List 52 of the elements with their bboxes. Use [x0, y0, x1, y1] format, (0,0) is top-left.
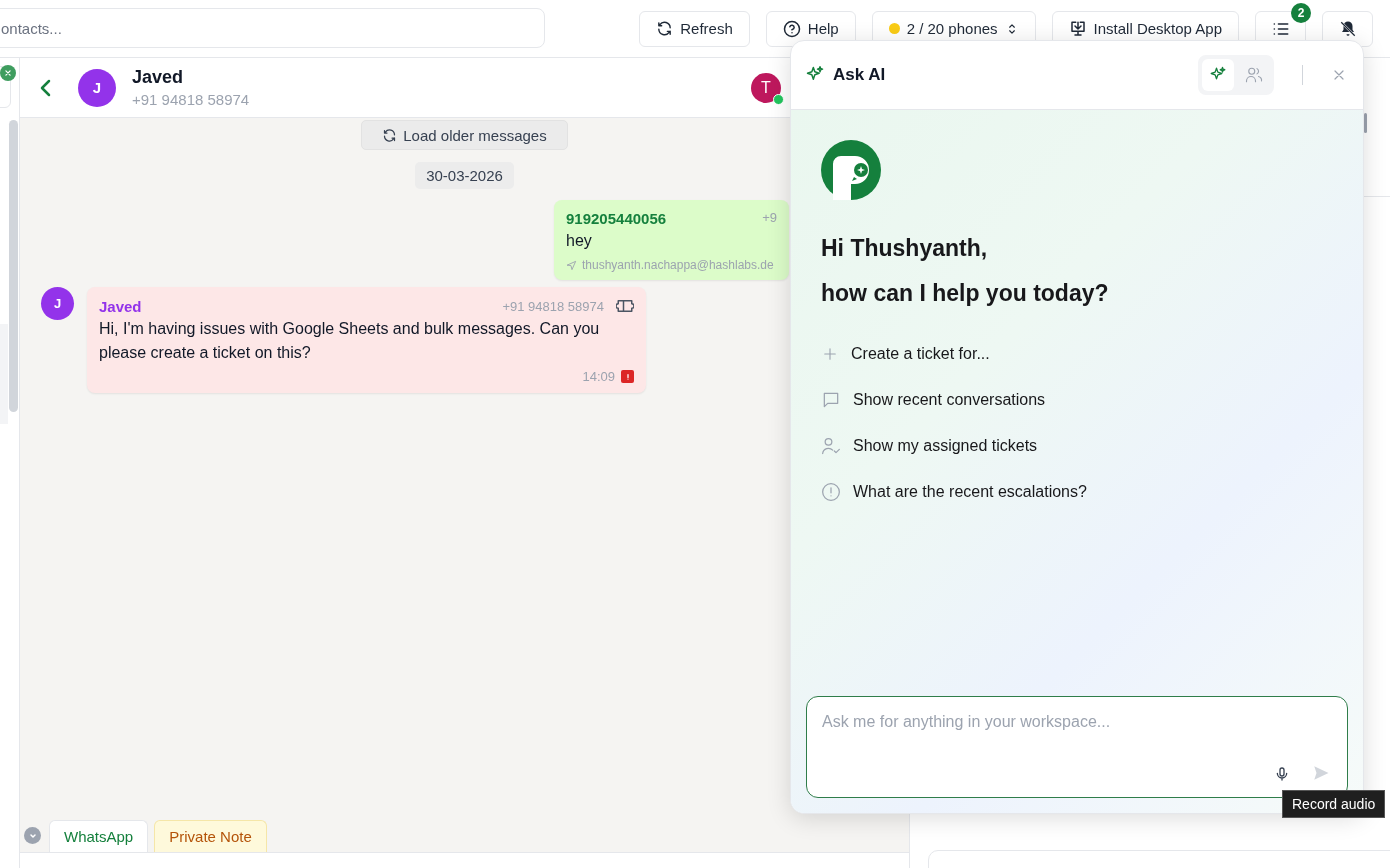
- suggestion-item[interactable]: What are the recent escalations?: [821, 478, 1087, 506]
- message-text: hey: [566, 232, 593, 250]
- agent-avatar[interactable]: T: [751, 72, 781, 103]
- bell-off-icon: [1338, 19, 1357, 38]
- toolbar-button[interactable]: Refresh: [639, 10, 750, 47]
- chat-bubble-icon: [821, 390, 841, 410]
- tooltip: Record audio: [1282, 790, 1386, 818]
- message-time: 14:09: [582, 369, 615, 384]
- status-dot: [888, 23, 900, 34]
- agent-email: thushyanth.nachappa@hashlabs.de: [582, 258, 774, 272]
- greeting-text: how can I help you today?: [821, 279, 1110, 308]
- date-chip: 30-03-2026: [415, 162, 514, 189]
- load-older-button[interactable]: Load older messages: [361, 120, 568, 150]
- send-icon: [566, 259, 577, 271]
- alert-icon: [821, 482, 841, 502]
- search-field[interactable]: ontacts...: [0, 8, 545, 48]
- sender-name: Javed: [99, 297, 142, 315]
- contact-avatar: J: [41, 287, 74, 320]
- suggestion-item[interactable]: Show my assigned tickets: [821, 432, 1038, 460]
- composer-tab[interactable]: Private Note: [154, 820, 267, 852]
- contact-avatar: J: [78, 68, 116, 107]
- send-icon: [1312, 764, 1330, 782]
- panel-title: Ask AI: [833, 65, 886, 85]
- scrollbar[interactable]: [1364, 113, 1367, 133]
- toolbar-button[interactable]: Help: [765, 10, 856, 47]
- count-badge: 2: [1291, 2, 1311, 23]
- refresh-icon: [656, 20, 674, 37]
- plus-icon: [821, 345, 839, 363]
- mic-button[interactable]: [1274, 766, 1290, 782]
- help-icon: [782, 19, 801, 38]
- sender-phone: +91 94818 58974: [502, 298, 604, 314]
- refresh-icon: [382, 127, 398, 143]
- mic-icon: [1274, 766, 1290, 782]
- people-icon: [1245, 66, 1263, 84]
- sender-number: 919205440056: [566, 210, 667, 227]
- suggestion-item[interactable]: Create a ticket for...: [821, 340, 990, 368]
- suggestion-item[interactable]: Show recent conversations: [821, 386, 1046, 414]
- scrollbar[interactable]: [9, 120, 18, 412]
- contact-phone: +91 94818 58974: [132, 91, 250, 108]
- collapse-icon[interactable]: [24, 827, 41, 844]
- ticket-icon: [616, 297, 634, 315]
- greeting-text: Hi Thushyanth,: [821, 234, 989, 263]
- sender-phone: +9: [762, 210, 777, 227]
- user-check-icon: [821, 436, 841, 456]
- close-icon[interactable]: [0, 65, 16, 81]
- composer-tab[interactable]: WhatsApp: [49, 820, 149, 852]
- contact-name: Javed: [132, 67, 185, 88]
- logo-icon: [821, 140, 881, 200]
- message-text: Hi, I'm having issues with Google Sheets and bulk messages. Can you please create a ticket on this?: [99, 319, 601, 363]
- mode-tab[interactable]: [1202, 59, 1234, 91]
- download-icon: [1068, 19, 1087, 38]
- ask-input-field[interactable]: Ask me for anything in your workspace...: [806, 696, 1348, 798]
